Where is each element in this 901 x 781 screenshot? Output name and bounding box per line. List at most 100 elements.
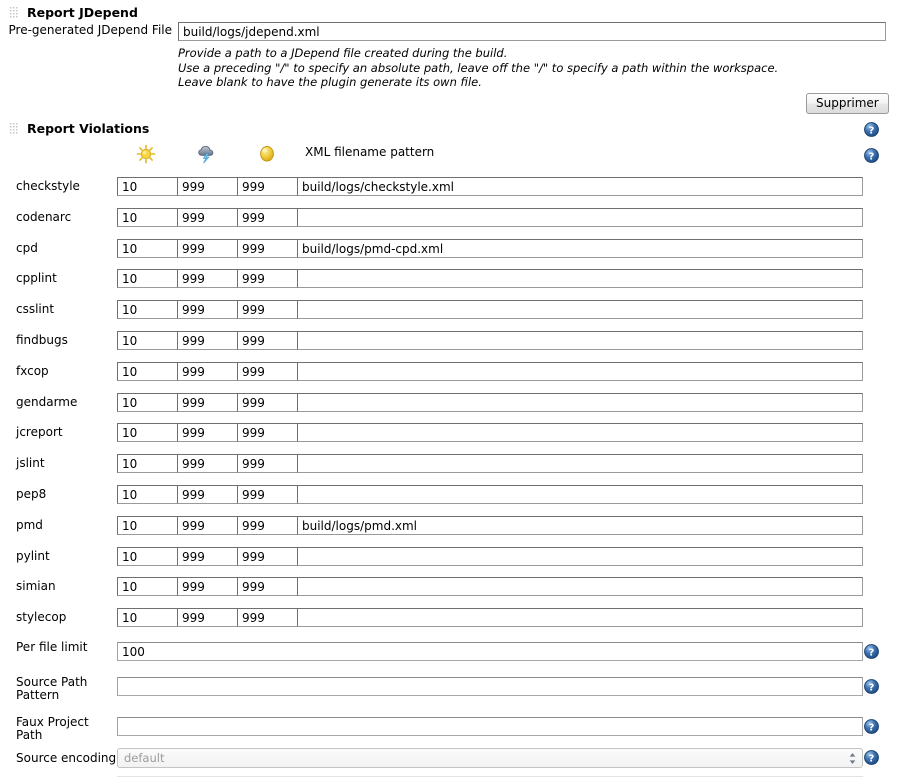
table-row: stylecop xyxy=(0,608,901,627)
threshold-stormy-input[interactable] xyxy=(177,577,238,596)
table-row: gendarme xyxy=(0,393,901,412)
threshold-stormy-input[interactable] xyxy=(177,485,238,504)
table-row: pylint xyxy=(0,547,901,566)
threshold-sunny-input[interactable] xyxy=(117,423,178,442)
xml-filename-pattern-input[interactable] xyxy=(297,454,863,473)
threshold-stormy-input[interactable] xyxy=(177,547,238,566)
table-row: codenarc xyxy=(0,208,901,227)
help-question-icon[interactable]: ? xyxy=(864,644,879,659)
svg-text:?: ? xyxy=(869,151,875,162)
drag-handle-icon[interactable] xyxy=(10,7,20,19)
drag-handle-icon[interactable] xyxy=(10,123,20,135)
table-row: simian xyxy=(0,577,901,596)
help-question-icon[interactable]: ? xyxy=(864,148,879,163)
violation-type-label: stylecop xyxy=(16,610,66,624)
xml-filename-pattern-input[interactable] xyxy=(297,208,863,227)
threshold-moon-input[interactable] xyxy=(237,485,298,504)
threshold-sunny-input[interactable] xyxy=(117,393,178,412)
threshold-stormy-input[interactable] xyxy=(177,423,238,442)
report-jdepend-heading: Report JDepend xyxy=(10,5,138,20)
table-row: csslint xyxy=(0,300,901,319)
threshold-stormy-input[interactable] xyxy=(177,177,238,196)
threshold-stormy-input[interactable] xyxy=(177,269,238,288)
spinner-arrows-icon xyxy=(848,751,857,766)
threshold-moon-input[interactable] xyxy=(237,208,298,227)
violation-type-label: simian xyxy=(16,579,56,593)
source-encoding-label: Source encoding xyxy=(16,752,116,765)
help-question-icon[interactable]: ? xyxy=(864,122,879,137)
threshold-sunny-input[interactable] xyxy=(117,239,178,258)
field-input[interactable] xyxy=(117,677,863,696)
threshold-moon-input[interactable] xyxy=(237,177,298,196)
threshold-moon-input[interactable] xyxy=(237,239,298,258)
xml-filename-pattern-input[interactable] xyxy=(297,362,863,381)
threshold-stormy-input[interactable] xyxy=(177,208,238,227)
threshold-sunny-input[interactable] xyxy=(117,331,178,350)
threshold-moon-input[interactable] xyxy=(237,577,298,596)
help-question-icon[interactable]: ? xyxy=(864,750,879,765)
violation-type-label: fxcop xyxy=(16,364,49,378)
threshold-sunny-input[interactable] xyxy=(117,269,178,288)
table-row: pmd xyxy=(0,516,901,535)
threshold-moon-input[interactable] xyxy=(237,547,298,566)
threshold-stormy-input[interactable] xyxy=(177,331,238,350)
threshold-moon-input[interactable] xyxy=(237,516,298,535)
table-row: jslint xyxy=(0,454,901,473)
threshold-moon-input[interactable] xyxy=(237,300,298,319)
stormy-icon xyxy=(196,143,217,167)
threshold-sunny-input[interactable] xyxy=(117,547,178,566)
threshold-sunny-input[interactable] xyxy=(117,485,178,504)
moon-icon xyxy=(258,144,276,166)
xml-filename-pattern-input[interactable] xyxy=(297,177,863,196)
threshold-moon-input[interactable] xyxy=(237,269,298,288)
threshold-moon-input[interactable] xyxy=(237,423,298,442)
xml-filename-pattern-input[interactable] xyxy=(297,577,863,596)
threshold-sunny-input[interactable] xyxy=(117,208,178,227)
xml-filename-pattern-input[interactable] xyxy=(297,547,863,566)
threshold-sunny-input[interactable] xyxy=(117,362,178,381)
bottom-divider xyxy=(117,776,863,777)
threshold-sunny-input[interactable] xyxy=(117,177,178,196)
xml-filename-pattern-input[interactable] xyxy=(297,331,863,350)
threshold-stormy-input[interactable] xyxy=(177,362,238,381)
threshold-stormy-input[interactable] xyxy=(177,300,238,319)
xml-filename-pattern-input[interactable] xyxy=(297,423,863,442)
threshold-sunny-input[interactable] xyxy=(117,516,178,535)
xml-filename-pattern-input[interactable] xyxy=(297,608,863,627)
xml-filename-pattern-input[interactable] xyxy=(297,269,863,288)
threshold-moon-input[interactable] xyxy=(237,393,298,412)
threshold-sunny-input[interactable] xyxy=(117,454,178,473)
threshold-stormy-input[interactable] xyxy=(177,239,238,258)
xml-filename-pattern-header: XML filename pattern xyxy=(305,146,434,159)
source-encoding-select[interactable]: default xyxy=(117,748,863,768)
threshold-stormy-input[interactable] xyxy=(177,393,238,412)
threshold-sunny-input[interactable] xyxy=(117,577,178,596)
threshold-stormy-input[interactable] xyxy=(177,516,238,535)
table-row: jcreport xyxy=(0,423,901,442)
threshold-stormy-input[interactable] xyxy=(177,608,238,627)
xml-filename-pattern-input[interactable] xyxy=(297,516,863,535)
threshold-moon-input[interactable] xyxy=(237,608,298,627)
jdepend-description-line-2: Use a preceding "/" to specify an absolu… xyxy=(178,61,878,76)
xml-filename-pattern-input[interactable] xyxy=(297,393,863,412)
xml-filename-pattern-input[interactable] xyxy=(297,300,863,319)
svg-text:?: ? xyxy=(869,682,875,693)
field-input[interactable] xyxy=(117,642,863,661)
threshold-sunny-input[interactable] xyxy=(117,608,178,627)
pre-generated-jdepend-file-label: Pre-generated JDepend File xyxy=(0,24,172,37)
threshold-sunny-input[interactable] xyxy=(117,300,178,319)
xml-filename-pattern-input[interactable] xyxy=(297,485,863,504)
help-question-icon[interactable]: ? xyxy=(864,719,879,734)
threshold-moon-input[interactable] xyxy=(237,362,298,381)
violation-type-label: csslint xyxy=(16,302,54,316)
threshold-moon-input[interactable] xyxy=(237,331,298,350)
supprimer-button[interactable]: Supprimer xyxy=(806,93,889,114)
threshold-stormy-input[interactable] xyxy=(177,454,238,473)
field-input[interactable] xyxy=(117,717,863,736)
help-question-icon[interactable]: ? xyxy=(864,679,879,694)
violation-type-label: jslint xyxy=(16,456,45,470)
threshold-moon-input[interactable] xyxy=(237,454,298,473)
violation-type-label: findbugs xyxy=(16,333,68,347)
pre-generated-jdepend-file-input[interactable] xyxy=(178,22,886,41)
xml-filename-pattern-input[interactable] xyxy=(297,239,863,258)
